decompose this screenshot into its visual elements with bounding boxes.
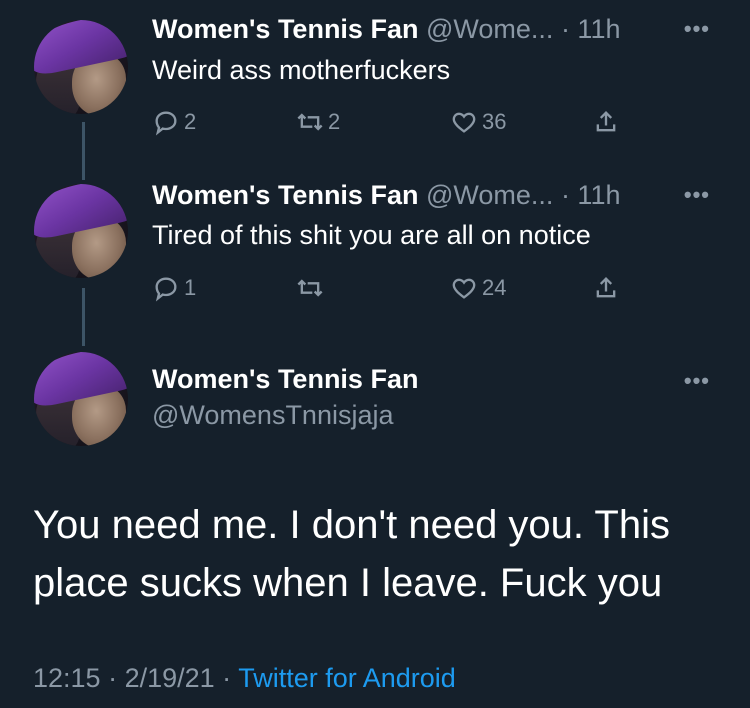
reply-button[interactable]: 2 — [152, 106, 196, 138]
reply-count: 2 — [184, 109, 197, 134]
tweet-meta: 12:15 · 2/19/21 · Twitter for Android — [33, 663, 456, 694]
tweet-time[interactable]: 12:15 — [33, 663, 101, 693]
user-handle[interactable]: @Wome... — [426, 14, 553, 44]
reply-icon — [155, 111, 177, 136]
user-handle[interactable]: @Wome... — [426, 180, 553, 210]
display-name[interactable]: Women's Tennis Fan — [152, 180, 418, 210]
display-name[interactable]: Women's Tennis Fan — [152, 364, 418, 395]
tweet-text-line: You need me. I don't need you. This — [33, 503, 670, 547]
like-button[interactable]: 36 — [450, 106, 506, 138]
reply-count: 1 — [184, 275, 197, 300]
separator: · — [214, 663, 239, 693]
tweet-actions: 1 24 — [152, 272, 652, 304]
tweet-header: Women's Tennis Fan @Wome... · 11h — [152, 14, 620, 45]
avatar[interactable] — [34, 352, 128, 446]
tweet[interactable]: Women's Tennis Fan @Wome... · 11h ••• Ti… — [0, 170, 750, 340]
tweet-text: Weird ass motherfuckers — [152, 55, 451, 85]
heart-icon — [452, 278, 476, 299]
retweet-button[interactable] — [296, 272, 328, 304]
heart-icon — [452, 112, 476, 133]
like-button[interactable]: 24 — [450, 272, 506, 304]
timestamp[interactable]: · 11h — [561, 14, 621, 44]
retweet-button[interactable]: 2 — [296, 106, 340, 138]
tweet-date[interactable]: 2/19/21 — [125, 663, 215, 693]
avatar[interactable] — [34, 20, 128, 114]
tweet-actions: 2 2 36 — [152, 106, 652, 138]
tweet-text-line: place sucks when I leave. Fuck you — [33, 561, 663, 605]
share-icon — [596, 111, 616, 132]
reply-button[interactable]: 1 — [152, 272, 196, 304]
more-icon[interactable]: ••• — [684, 16, 710, 42]
display-name[interactable]: Women's Tennis Fan — [152, 14, 418, 44]
user-handle[interactable]: @WomensTnnisjaja — [152, 400, 394, 431]
more-icon[interactable]: ••• — [684, 368, 710, 394]
separator: · — [100, 663, 125, 693]
retweet-count: 2 — [328, 109, 341, 134]
tweet-source[interactable]: Twitter for Android — [238, 663, 456, 693]
retweet-icon — [297, 279, 323, 297]
share-icon — [596, 277, 616, 298]
avatar[interactable] — [34, 184, 128, 278]
tweet-header: Women's Tennis Fan @Wome... · 11h — [152, 180, 620, 211]
timestamp[interactable]: · 11h — [561, 180, 621, 210]
retweet-icon — [297, 113, 323, 131]
share-button[interactable] — [592, 272, 620, 304]
more-icon[interactable]: ••• — [684, 182, 710, 208]
reply-icon — [155, 277, 177, 302]
share-button[interactable] — [592, 106, 620, 138]
tweet-text: Tired of this shit you are all on notice — [152, 220, 591, 250]
tweet[interactable]: Women's Tennis Fan @Wome... · 11h ••• We… — [0, 0, 750, 170]
tweet-text: You need me. I don't need you. This plac… — [33, 496, 723, 612]
like-count: 36 — [482, 109, 507, 134]
like-count: 24 — [482, 275, 507, 300]
